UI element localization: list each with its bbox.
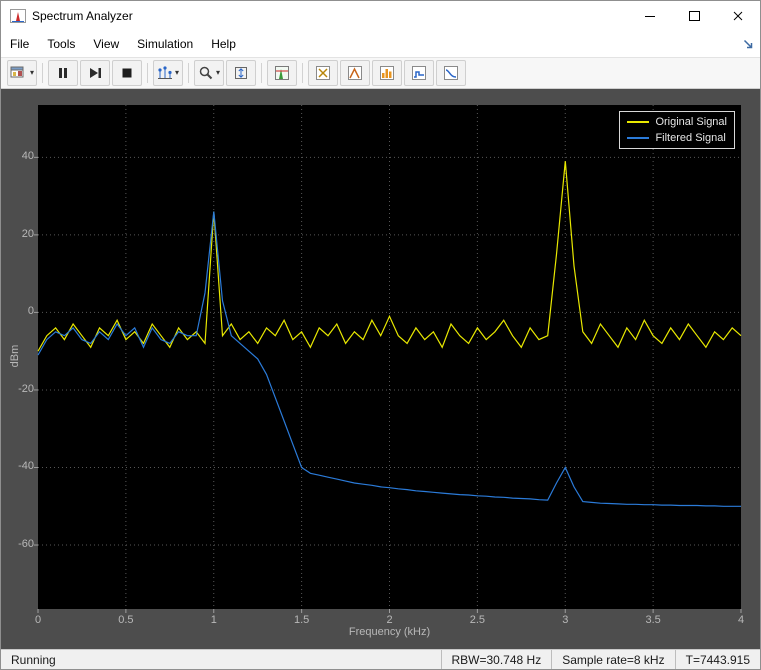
spectrum-settings-button[interactable] <box>267 60 297 86</box>
dock-button[interactable] <box>742 38 754 50</box>
titlebar: Spectrum Analyzer <box>1 1 760 31</box>
legend-label: Original Signal <box>655 116 727 128</box>
configuration-icon <box>10 65 28 81</box>
spectrum-settings-icon <box>274 65 290 81</box>
spectral-mask-icon <box>411 65 427 81</box>
scale-axes-icon <box>233 65 249 81</box>
y-tick-label: -40 <box>6 460 34 472</box>
status-sample-rate: Sample rate=8 kHz <box>551 650 674 670</box>
legend-entry[interactable]: Original Signal <box>627 114 727 130</box>
pause-icon <box>55 65 71 81</box>
cursor-measurements-button[interactable] <box>308 60 338 86</box>
stop-icon <box>119 65 135 81</box>
x-tick-label: 0.5 <box>111 614 141 626</box>
channel-measurements-icon <box>443 65 459 81</box>
zoom-icon <box>198 65 214 81</box>
legend-label: Filtered Signal <box>655 132 725 144</box>
dropdown-caret-icon: ▾ <box>216 69 220 77</box>
y-tick-label: -60 <box>6 538 34 550</box>
dropdown-caret-icon: ▾ <box>30 69 34 77</box>
step-forward-icon <box>87 65 103 81</box>
toolbar-separator <box>147 63 148 83</box>
dropdown-caret-icon: ▾ <box>175 69 179 77</box>
zoom-button[interactable]: ▾ <box>194 60 224 86</box>
status-rbw: RBW=30.748 Hz <box>441 650 552 670</box>
series-filtered-signal <box>38 212 741 507</box>
y-tick-label: 0 <box>6 305 34 317</box>
menubar: FileToolsViewSimulationHelp <box>1 31 760 57</box>
maximize-icon <box>689 11 700 21</box>
step-forward-button[interactable] <box>80 60 110 86</box>
x-tick-label: 2.5 <box>462 614 492 626</box>
x-tick-label: 1.5 <box>287 614 317 626</box>
plot-panel: Original Signal Filtered Signal dBm Frequ… <box>1 89 760 649</box>
window-title: Spectrum Analyzer <box>32 9 133 23</box>
minimize-icon <box>645 16 655 17</box>
legend-line-sample <box>627 137 649 139</box>
y-tick-label: -20 <box>6 383 34 395</box>
stop-button[interactable] <box>112 60 142 86</box>
toolbar-separator <box>188 63 189 83</box>
distortion-measurements-button[interactable] <box>372 60 402 86</box>
distortion-measurements-icon <box>379 65 395 81</box>
toolbar-separator <box>42 63 43 83</box>
close-icon <box>733 11 743 21</box>
x-tick-label: 1 <box>199 614 229 626</box>
spectral-mask-button[interactable] <box>404 60 434 86</box>
x-tick-label: 0 <box>23 614 53 626</box>
toolbar: ▾ ▾ ▾ <box>1 57 760 89</box>
pause-button[interactable] <box>48 60 78 86</box>
status-running: Running <box>1 650 441 670</box>
configuration-button[interactable]: ▾ <box>7 60 37 86</box>
peak-finder-button[interactable] <box>340 60 370 86</box>
statusbar: Running RBW=30.748 HzSample rate=8 kHzT=… <box>1 649 760 670</box>
close-button[interactable] <box>716 1 760 31</box>
cursor-measurements-icon <box>315 65 331 81</box>
app-icon <box>10 9 26 23</box>
y-tick-label: 40 <box>6 150 34 162</box>
x-tick-label: 4 <box>726 614 756 626</box>
menu-item-help[interactable]: Help <box>202 31 245 57</box>
menu-items: FileToolsViewSimulationHelp <box>1 31 245 57</box>
axes[interactable]: Original Signal Filtered Signal <box>38 105 741 609</box>
menu-item-file[interactable]: File <box>1 31 38 57</box>
legend: Original Signal Filtered Signal <box>619 111 735 149</box>
menu-item-tools[interactable]: Tools <box>38 31 84 57</box>
y-tick-label: 20 <box>6 228 34 240</box>
peak-finder-icon <box>347 65 363 81</box>
style-button[interactable]: ▾ <box>153 60 183 86</box>
status-time: T=7443.915 <box>675 650 760 670</box>
scale-axes-button[interactable] <box>226 60 256 86</box>
dock-icon <box>742 38 754 50</box>
style-icon <box>157 65 173 81</box>
x-axis-label: Frequency (kHz) <box>38 626 741 638</box>
menu-item-simulation[interactable]: Simulation <box>128 31 202 57</box>
minimize-button[interactable] <box>628 1 672 31</box>
maximize-button[interactable] <box>672 1 716 31</box>
toolbar-separator <box>261 63 262 83</box>
legend-line-sample <box>627 121 649 123</box>
y-axis-label: dBm <box>9 336 21 376</box>
x-tick-label: 3 <box>550 614 580 626</box>
legend-entry[interactable]: Filtered Signal <box>627 130 727 146</box>
x-tick-label: 2 <box>375 614 405 626</box>
channel-measurements-button[interactable] <box>436 60 466 86</box>
spectrum-analyzer-window: Spectrum Analyzer FileToolsViewSimulatio… <box>0 0 761 670</box>
spectrum-plot[interactable] <box>38 105 741 609</box>
toolbar-separator <box>302 63 303 83</box>
x-tick-label: 3.5 <box>638 614 668 626</box>
menu-item-view[interactable]: View <box>84 31 128 57</box>
